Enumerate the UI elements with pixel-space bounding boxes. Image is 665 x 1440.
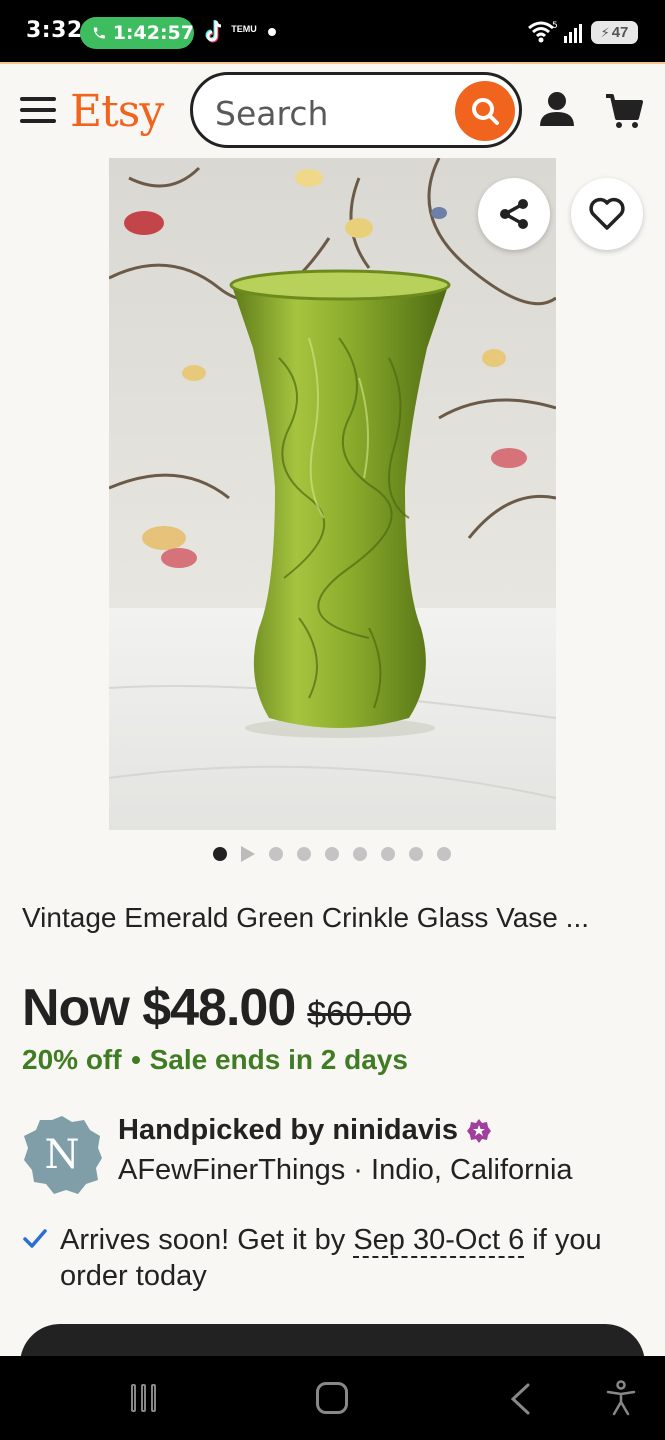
video-play-icon[interactable] bbox=[241, 846, 255, 862]
sale-price: Now $48.00 bbox=[22, 979, 296, 1037]
share-button[interactable] bbox=[478, 178, 550, 250]
separator-dot bbox=[131, 1056, 140, 1064]
temu-label: TEMU bbox=[231, 24, 257, 34]
notification-dot bbox=[268, 28, 276, 36]
etsy-logo[interactable]: Etsy bbox=[70, 86, 164, 137]
carousel-dot[interactable] bbox=[437, 847, 451, 861]
menu-icon[interactable] bbox=[20, 97, 56, 125]
handpicked-by[interactable]: Handpicked by ninidavis bbox=[118, 1114, 492, 1147]
search-icon bbox=[472, 98, 499, 125]
product-title[interactable]: Vintage Emerald Green Crinkle Glass Vase… bbox=[22, 902, 589, 934]
status-time: 3:32 bbox=[26, 18, 83, 43]
vase-photo bbox=[109, 158, 556, 830]
account-icon[interactable] bbox=[538, 90, 576, 128]
avatar-letter: N bbox=[45, 1132, 80, 1178]
discount-label: 20% off bbox=[22, 1044, 122, 1075]
home-icon[interactable] bbox=[316, 1382, 348, 1414]
carousel-dot[interactable] bbox=[213, 847, 227, 861]
share-icon bbox=[500, 199, 528, 229]
check-icon bbox=[23, 1229, 47, 1248]
phone-icon bbox=[93, 27, 105, 39]
signal-icon bbox=[564, 24, 582, 43]
sale-info: 20% off Sale ends in 2 days bbox=[22, 1044, 408, 1076]
cart-icon[interactable] bbox=[605, 92, 643, 130]
search-input[interactable]: Search bbox=[190, 72, 522, 148]
call-timer: 1:42:57 bbox=[112, 22, 194, 44]
system-nav-bar bbox=[0, 1356, 665, 1440]
star-seller-icon bbox=[467, 1118, 492, 1143]
delivery-date-link[interactable]: Sep 30-Oct 6 bbox=[353, 1224, 525, 1258]
search-button[interactable] bbox=[455, 81, 515, 141]
app-header: Etsy Search bbox=[0, 62, 665, 158]
accessibility-icon[interactable] bbox=[606, 1380, 636, 1416]
shop-avatar[interactable]: N bbox=[22, 1114, 102, 1194]
recents-icon[interactable] bbox=[131, 1384, 156, 1412]
shop-name-location[interactable]: AFewFinerThings · Indio, California bbox=[118, 1154, 573, 1187]
heart-icon bbox=[589, 197, 625, 230]
delivery-estimate: Arrives soon! Get it by Sep 30-Oct 6 if … bbox=[22, 1222, 652, 1294]
delivery-prefix: Arrives soon! Get it by bbox=[60, 1224, 354, 1256]
search-placeholder: Search bbox=[215, 94, 329, 133]
handpicked-label: Handpicked by ninidavis bbox=[118, 1114, 459, 1146]
image-carousel-dots[interactable] bbox=[213, 846, 451, 862]
temu-icon: TEMU bbox=[231, 25, 257, 34]
product-image[interactable] bbox=[109, 158, 556, 830]
sale-ends-label: Sale ends in 2 days bbox=[149, 1044, 408, 1075]
carousel-dot[interactable] bbox=[297, 847, 311, 861]
carousel-dot[interactable] bbox=[353, 847, 367, 861]
svg-text:5: 5 bbox=[552, 21, 558, 31]
battery-level: 47 bbox=[611, 24, 629, 41]
back-icon[interactable] bbox=[508, 1382, 532, 1416]
carousel-dot[interactable] bbox=[325, 847, 339, 861]
favorite-button[interactable] bbox=[571, 178, 643, 250]
price-row: Now $48.00 $60.00 bbox=[22, 978, 411, 1038]
carousel-dot[interactable] bbox=[381, 847, 395, 861]
carousel-dot[interactable] bbox=[409, 847, 423, 861]
call-indicator[interactable]: 1:42:57 bbox=[80, 17, 194, 49]
battery-icon: ⚡ 47 bbox=[591, 21, 638, 44]
original-price: $60.00 bbox=[307, 995, 412, 1033]
wifi-icon: 5 bbox=[528, 21, 558, 43]
status-bar: 3:32 1:42:57 TEMU 5 ⚡ 47 bbox=[0, 0, 665, 62]
tiktok-icon bbox=[205, 20, 222, 43]
carousel-dot[interactable] bbox=[269, 847, 283, 861]
